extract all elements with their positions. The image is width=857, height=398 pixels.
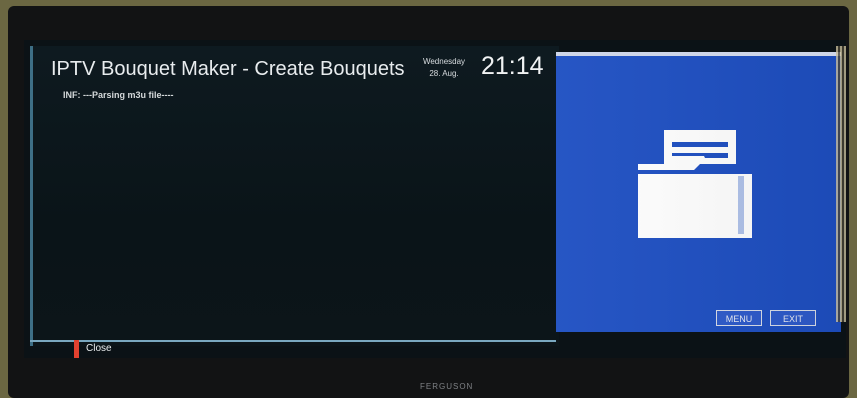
log-line: INF: ---Parsing m3u file---- — [63, 90, 174, 100]
window-title: IPTV Bouquet Maker - Create Bouquets — [51, 58, 405, 80]
main-panel: IPTV Bouquet Maker - Create Bouquets Wed… — [30, 46, 559, 346]
red-key-icon — [74, 340, 79, 358]
close-button[interactable]: Close — [86, 343, 112, 354]
date-block: Wednesday 28. Aug. — [415, 56, 473, 80]
brand-logo: FERGUSON — [420, 382, 474, 391]
clock: 21:14 — [481, 52, 544, 80]
folder-document-icon — [638, 130, 752, 238]
tv-screen: IPTV Bouquet Maker - Create Bouquets Wed… — [24, 40, 846, 358]
menu-button[interactable]: MENU — [716, 310, 762, 326]
weekday: Wednesday — [422, 57, 466, 66]
tv-frame: IPTV Bouquet Maker - Create Bouquets Wed… — [8, 6, 849, 398]
exit-button[interactable]: EXIT — [770, 310, 816, 326]
side-panel: MENU EXIT — [556, 52, 841, 332]
bezel-reflection — [836, 46, 846, 322]
date: 28. Aug. — [429, 69, 459, 78]
